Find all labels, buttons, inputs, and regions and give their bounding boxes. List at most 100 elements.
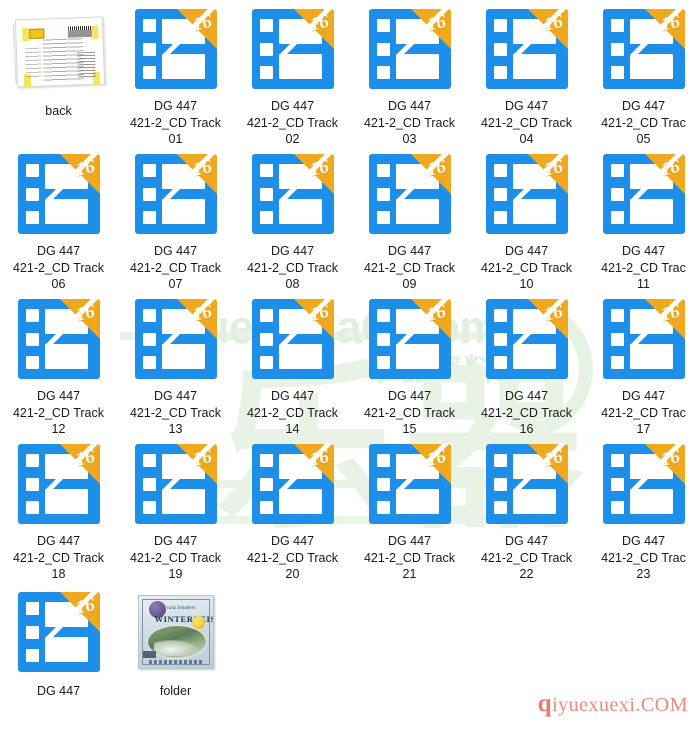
grid-item[interactable]: 16 DG 447 421-2_CD Track 21 — [351, 435, 468, 580]
item-label: DG 447 421-2_CD Track 13 — [119, 388, 232, 435]
item-label: folder — [119, 683, 232, 700]
media-file-icon: 16 — [17, 444, 100, 525]
grid-item[interactable]: 16 DG 447 421-2_CD Track 06 — [0, 145, 117, 290]
bitdepth-badge: 16 — [190, 301, 214, 327]
item-thumbnail[interactable]: 16 — [596, 296, 692, 383]
item-thumbnail[interactable]: 16 — [479, 6, 575, 93]
media-file-icon: 16 — [251, 154, 334, 235]
bitdepth-badge: 16 — [190, 11, 214, 37]
item-label-line: DG 447 — [621, 98, 666, 113]
item-label-line: back — [45, 104, 72, 118]
item-thumbnail[interactable]: 16 — [596, 151, 692, 238]
item-label-line: 421-2_CD Track — [129, 405, 221, 420]
grid-item[interactable]: 16 DG 447 421-2_CD Track 10 — [468, 145, 585, 290]
item-thumbnail[interactable]: 16 — [479, 296, 575, 383]
item-label-line: DG 447 — [153, 98, 198, 113]
grid-item[interactable]: 16 DG 447 421-2_CD Track 12 — [0, 290, 117, 435]
media-file-icon: 16 — [485, 154, 568, 235]
item-label-line: DG 447 — [387, 533, 432, 548]
item-thumbnail[interactable]: 16 — [596, 6, 692, 93]
item-thumbnail[interactable]: 16 — [245, 296, 341, 383]
item-label: DG 447 421-2_CD Trac 23 — [587, 533, 700, 580]
item-thumbnail[interactable]: 16 — [128, 6, 224, 93]
item-label-line: 421-2_CD Track — [12, 405, 104, 420]
grid-item[interactable]: 16 DG 447 421-2_CD Track 20 — [234, 435, 351, 580]
item-label-line: 05 — [636, 132, 651, 145]
item-label-line: DG 447 — [387, 243, 432, 258]
item-thumbnail[interactable]: 16 — [245, 441, 341, 528]
item-label-line: 06 — [51, 277, 66, 290]
grid-item[interactable]: 16 DG 447 421-2_CD Track 04 — [468, 0, 585, 145]
item-label-line: 421-2_CD Track — [129, 260, 221, 275]
media-file-icon: 16 — [485, 299, 568, 380]
grid-item[interactable]: 16 DG 447 — [0, 580, 117, 725]
item-label-line: DG 447 — [621, 388, 666, 403]
item-label-line: 04 — [519, 132, 534, 145]
grid-item[interactable]: 16 DG 447 421-2_CD Trac 11 — [585, 145, 700, 290]
grid-item[interactable]: Franz SchubertWINTERREISE folder — [117, 580, 234, 725]
item-thumbnail[interactable]: 16 — [362, 151, 458, 238]
grid-item[interactable]: 16 DG 447 421-2_CD Track 02 — [234, 0, 351, 145]
item-thumbnail[interactable]: 16 — [128, 441, 224, 528]
grid-item[interactable]: 16 DG 447 421-2_CD Track 18 — [0, 435, 117, 580]
item-label: DG 447 421-2_CD Track 16 — [470, 388, 583, 435]
media-file-icon: 16 — [134, 444, 217, 525]
grid-item[interactable]: 16 DG 447 421-2_CD Track 16 — [468, 290, 585, 435]
grid-item[interactable]: back — [0, 0, 117, 145]
item-label: DG 447 421-2_CD Track 07 — [119, 243, 232, 290]
item-thumbnail[interactable]: 16 — [11, 586, 107, 678]
media-file-icon: 16 — [251, 444, 334, 525]
media-file-icon: 16 — [485, 444, 568, 525]
grid-item[interactable]: 16 DG 447 421-2_CD Trac 05 — [585, 0, 700, 145]
item-thumbnail[interactable]: 16 — [362, 441, 458, 528]
item-label-line: 421-2_CD Track — [363, 550, 455, 565]
item-thumbnail[interactable]: 16 — [479, 151, 575, 238]
item-thumbnail[interactable] — [11, 6, 107, 98]
item-label-line: 421-2_CD Track — [129, 115, 221, 130]
grid-item[interactable]: 16 DG 447 421-2_CD Track 22 — [468, 435, 585, 580]
grid-item[interactable]: 16 DG 447 421-2_CD Trac 23 — [585, 435, 700, 580]
album-cover-thumbnail: Franz SchubertWINTERREISE — [137, 595, 214, 669]
item-label: DG 447 421-2_CD Track 04 — [470, 98, 583, 145]
item-label-line: 23 — [636, 567, 651, 580]
item-label-line: 421-2_CD Track — [246, 550, 338, 565]
grid-item[interactable]: 16 DG 447 421-2_CD Track 07 — [117, 145, 234, 290]
grid-item[interactable]: 16 DG 447 421-2_CD Track 13 — [117, 290, 234, 435]
item-label-line: 16 — [519, 422, 534, 435]
media-file-icon: 16 — [134, 154, 217, 235]
item-label-line: DG 447 — [270, 98, 315, 113]
item-thumbnail[interactable]: 16 — [11, 441, 107, 528]
item-label-line: 421-2_CD Track — [246, 260, 338, 275]
bird-illustration-icon — [191, 616, 205, 629]
item-thumbnail[interactable]: 16 — [245, 151, 341, 238]
item-thumbnail[interactable]: Franz SchubertWINTERREISE — [128, 586, 224, 678]
grid-item[interactable]: 16 DG 447 421-2_CD Track 09 — [351, 145, 468, 290]
item-label: DG 447 421-2_CD Trac 11 — [587, 243, 700, 290]
item-thumbnail[interactable]: 16 — [362, 6, 458, 93]
grid-item[interactable]: 16 DG 447 421-2_CD Track 15 — [351, 290, 468, 435]
item-label: DG 447 421-2_CD Track 20 — [236, 533, 349, 580]
item-thumbnail[interactable]: 16 — [596, 441, 692, 528]
grid-item[interactable]: 16 DG 447 421-2_CD Track 08 — [234, 145, 351, 290]
item-label-line: 07 — [168, 277, 183, 290]
item-thumbnail[interactable]: 16 — [362, 296, 458, 383]
grid-item[interactable]: 16 DG 447 421-2_CD Track 01 — [117, 0, 234, 145]
item-thumbnail[interactable]: 16 — [245, 6, 341, 93]
media-file-icon: 16 — [368, 9, 451, 90]
item-thumbnail[interactable]: 16 — [128, 151, 224, 238]
bitdepth-badge: 16 — [541, 446, 565, 472]
item-thumbnail[interactable]: 16 — [11, 151, 107, 238]
grid-item[interactable]: 16 DG 447 421-2_CD Track 03 — [351, 0, 468, 145]
bitdepth-badge: 16 — [73, 156, 97, 182]
grid-item[interactable]: 16 DG 447 421-2_CD Trac 17 — [585, 290, 700, 435]
item-thumbnail[interactable]: 16 — [128, 296, 224, 383]
grid-item[interactable]: 16 DG 447 421-2_CD Track 14 — [234, 290, 351, 435]
item-thumbnail[interactable]: 16 — [11, 296, 107, 383]
item-thumbnail[interactable]: 16 — [479, 441, 575, 528]
item-label-line: DG 447 — [270, 243, 315, 258]
bitdepth-badge: 16 — [658, 301, 682, 327]
item-label-line: 02 — [285, 132, 300, 145]
grid-item[interactable]: 16 DG 447 421-2_CD Track 19 — [117, 435, 234, 580]
item-label-line: DG 447 — [36, 533, 81, 548]
item-label-line: DG 447 — [621, 243, 666, 258]
